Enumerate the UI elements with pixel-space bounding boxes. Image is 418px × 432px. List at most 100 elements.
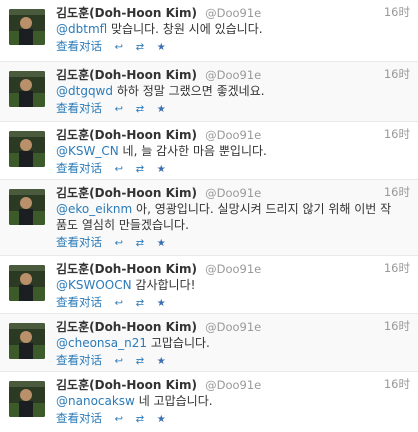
display-name[interactable]: 김도훈(Doh-Hoon Kim) bbox=[56, 128, 197, 142]
tweet-message: 맞습니다. 창원 시에 있습니다. bbox=[107, 22, 263, 36]
retweet-icon[interactable]: ⇄ bbox=[136, 354, 144, 370]
screen-name[interactable]: @Doo91e bbox=[205, 68, 261, 82]
tweet-item[interactable]: 김도훈(Doh-Hoon Kim) @Doo91e 16时 @dbtmfl 맞습… bbox=[0, 0, 418, 62]
tweet-item[interactable]: 김도훈(Doh-Hoon Kim) @Doo91e 16时 @eko_eiknm… bbox=[0, 180, 418, 256]
tweet-content: 김도훈(Doh-Hoon Kim) @Doo91e 16时 @cheonsa_n… bbox=[56, 318, 410, 368]
tweet-actions: 查看对话 ↩ ⇄ ★ bbox=[56, 294, 410, 310]
tweet-message: 하하 정말 그랬으면 좋겠네요. bbox=[113, 84, 265, 98]
tweet-timestamp[interactable]: 16时 bbox=[384, 318, 410, 334]
screen-name[interactable]: @Doo91e bbox=[205, 6, 261, 20]
tweet-timestamp[interactable]: 16时 bbox=[384, 260, 410, 276]
display-name[interactable]: 김도훈(Doh-Hoon Kim) bbox=[56, 320, 197, 334]
tweet-item[interactable]: 김도훈(Doh-Hoon Kim) @Doo91e 16时 @dtgqwd 하하… bbox=[0, 62, 418, 122]
tweet-actions: 查看对话 ↩ ⇄ ★ bbox=[56, 234, 410, 250]
tweet-text: @cheonsa_n21 고맙습니다. bbox=[56, 335, 410, 351]
view-conversation-link[interactable]: 查看对话 bbox=[56, 101, 102, 115]
view-conversation-link[interactable]: 查看对话 bbox=[56, 295, 102, 309]
tweet-content: 김도훈(Doh-Hoon Kim) @Doo91e 16时 @KSW_CN 네,… bbox=[56, 126, 410, 176]
tweet-item[interactable]: 김도훈(Doh-Hoon Kim) @Doo91e 16时 @KSWOOCN 감… bbox=[0, 256, 418, 314]
retweet-icon[interactable]: ⇄ bbox=[136, 162, 144, 178]
reply-icon[interactable]: ↩ bbox=[115, 412, 123, 428]
star-icon[interactable]: ★ bbox=[157, 296, 166, 312]
display-name[interactable]: 김도훈(Doh-Hoon Kim) bbox=[56, 6, 197, 20]
view-conversation-link[interactable]: 查看对话 bbox=[56, 39, 102, 53]
tweet-message: 네 고맙습니다. bbox=[134, 394, 213, 408]
tweet-header: 김도훈(Doh-Hoon Kim) @Doo91e 16时 bbox=[56, 376, 410, 392]
tweet-timeline: 김도훈(Doh-Hoon Kim) @Doo91e 16时 @dbtmfl 맞습… bbox=[0, 0, 418, 432]
tweet-timestamp[interactable]: 16时 bbox=[384, 4, 410, 20]
display-name[interactable]: 김도훈(Doh-Hoon Kim) bbox=[56, 378, 197, 392]
tweet-timestamp[interactable]: 16时 bbox=[384, 126, 410, 142]
tweet-item[interactable]: 김도훈(Doh-Hoon Kim) @Doo91e 16时 @cheonsa_n… bbox=[0, 314, 418, 372]
tweet-text: @dtgqwd 하하 정말 그랬으면 좋겠네요. bbox=[56, 83, 410, 99]
tweet-text: @eko_eiknm 아, 영광입니다. 실망시켜 드리지 않기 위해 이번 작… bbox=[56, 201, 410, 233]
tweet-message: 네, 늘 감사한 마음 뿐입니다. bbox=[118, 144, 267, 158]
tweet-header: 김도훈(Doh-Hoon Kim) @Doo91e 16时 bbox=[56, 260, 410, 276]
tweet-content: 김도훈(Doh-Hoon Kim) @Doo91e 16时 @KSWOOCN 감… bbox=[56, 260, 410, 310]
star-icon[interactable]: ★ bbox=[157, 412, 166, 428]
user-avatar[interactable] bbox=[9, 9, 45, 45]
retweet-icon[interactable]: ⇄ bbox=[136, 40, 144, 56]
mention-link[interactable]: @KSW_CN bbox=[56, 144, 119, 158]
retweet-icon[interactable]: ⇄ bbox=[136, 412, 144, 428]
tweet-item[interactable]: 김도훈(Doh-Hoon Kim) @Doo91e 16时 @KSW_CN 네,… bbox=[0, 122, 418, 180]
tweet-header: 김도훈(Doh-Hoon Kim) @Doo91e 16时 bbox=[56, 126, 410, 142]
screen-name[interactable]: @Doo91e bbox=[205, 378, 261, 392]
view-conversation-link[interactable]: 查看对话 bbox=[56, 235, 102, 249]
tweet-message: 감사합니다! bbox=[131, 278, 196, 292]
view-conversation-link[interactable]: 查看对话 bbox=[56, 161, 102, 175]
display-name[interactable]: 김도훈(Doh-Hoon Kim) bbox=[56, 68, 197, 82]
star-icon[interactable]: ★ bbox=[157, 354, 166, 370]
tweet-timestamp[interactable]: 16时 bbox=[384, 376, 410, 392]
mention-link[interactable]: @nanocaksw bbox=[56, 394, 135, 408]
mention-link[interactable]: @KSWOOCN bbox=[56, 278, 132, 292]
view-conversation-link[interactable]: 查看对话 bbox=[56, 411, 102, 425]
reply-icon[interactable]: ↩ bbox=[115, 40, 123, 56]
screen-name[interactable]: @Doo91e bbox=[205, 128, 261, 142]
tweet-text: @KSW_CN 네, 늘 감사한 마음 뿐입니다. bbox=[56, 143, 410, 159]
user-avatar[interactable] bbox=[9, 323, 45, 359]
tweet-text: @KSWOOCN 감사합니다! bbox=[56, 277, 410, 293]
screen-name[interactable]: @Doo91e bbox=[205, 186, 261, 200]
user-avatar[interactable] bbox=[9, 265, 45, 301]
mention-link[interactable]: @dtgqwd bbox=[56, 84, 113, 98]
user-avatar[interactable] bbox=[9, 131, 45, 167]
tweet-item[interactable]: 김도훈(Doh-Hoon Kim) @Doo91e 16时 @nanocaksw… bbox=[0, 372, 418, 432]
star-icon[interactable]: ★ bbox=[157, 102, 166, 118]
retweet-icon[interactable]: ⇄ bbox=[136, 296, 144, 312]
display-name[interactable]: 김도훈(Doh-Hoon Kim) bbox=[56, 186, 197, 200]
tweet-timestamp[interactable]: 16时 bbox=[384, 184, 410, 200]
tweet-actions: 查看对话 ↩ ⇄ ★ bbox=[56, 410, 410, 426]
mention-link[interactable]: @dbtmfl bbox=[56, 22, 107, 36]
display-name[interactable]: 김도훈(Doh-Hoon Kim) bbox=[56, 262, 197, 276]
tweet-actions: 查看对话 ↩ ⇄ ★ bbox=[56, 38, 410, 54]
tweet-header: 김도훈(Doh-Hoon Kim) @Doo91e 16时 bbox=[56, 318, 410, 334]
reply-icon[interactable]: ↩ bbox=[115, 236, 123, 252]
tweet-header: 김도훈(Doh-Hoon Kim) @Doo91e 16时 bbox=[56, 4, 410, 20]
reply-icon[interactable]: ↩ bbox=[115, 354, 123, 370]
tweet-content: 김도훈(Doh-Hoon Kim) @Doo91e 16时 @eko_eiknm… bbox=[56, 184, 410, 250]
user-avatar[interactable] bbox=[9, 381, 45, 417]
tweet-text: @nanocaksw 네 고맙습니다. bbox=[56, 393, 410, 409]
star-icon[interactable]: ★ bbox=[157, 40, 166, 56]
retweet-icon[interactable]: ⇄ bbox=[136, 102, 144, 118]
tweet-text: @dbtmfl 맞습니다. 창원 시에 있습니다. bbox=[56, 21, 410, 37]
user-avatar[interactable] bbox=[9, 189, 45, 225]
reply-icon[interactable]: ↩ bbox=[115, 296, 123, 312]
user-avatar[interactable] bbox=[9, 71, 45, 107]
reply-icon[interactable]: ↩ bbox=[115, 162, 123, 178]
mention-link[interactable]: @cheonsa_n21 bbox=[56, 336, 147, 350]
screen-name[interactable]: @Doo91e bbox=[205, 320, 261, 334]
tweet-actions: 查看对话 ↩ ⇄ ★ bbox=[56, 160, 410, 176]
screen-name[interactable]: @Doo91e bbox=[205, 262, 261, 276]
star-icon[interactable]: ★ bbox=[157, 162, 166, 178]
view-conversation-link[interactable]: 查看对话 bbox=[56, 353, 102, 367]
tweet-header: 김도훈(Doh-Hoon Kim) @Doo91e 16时 bbox=[56, 184, 410, 200]
tweet-timestamp[interactable]: 16时 bbox=[384, 66, 410, 82]
retweet-icon[interactable]: ⇄ bbox=[136, 236, 144, 252]
mention-link[interactable]: @eko_eiknm bbox=[56, 202, 132, 216]
tweet-actions: 查看对话 ↩ ⇄ ★ bbox=[56, 100, 410, 116]
tweet-content: 김도훈(Doh-Hoon Kim) @Doo91e 16时 @nanocaksw… bbox=[56, 376, 410, 426]
star-icon[interactable]: ★ bbox=[157, 236, 166, 252]
reply-icon[interactable]: ↩ bbox=[115, 102, 123, 118]
